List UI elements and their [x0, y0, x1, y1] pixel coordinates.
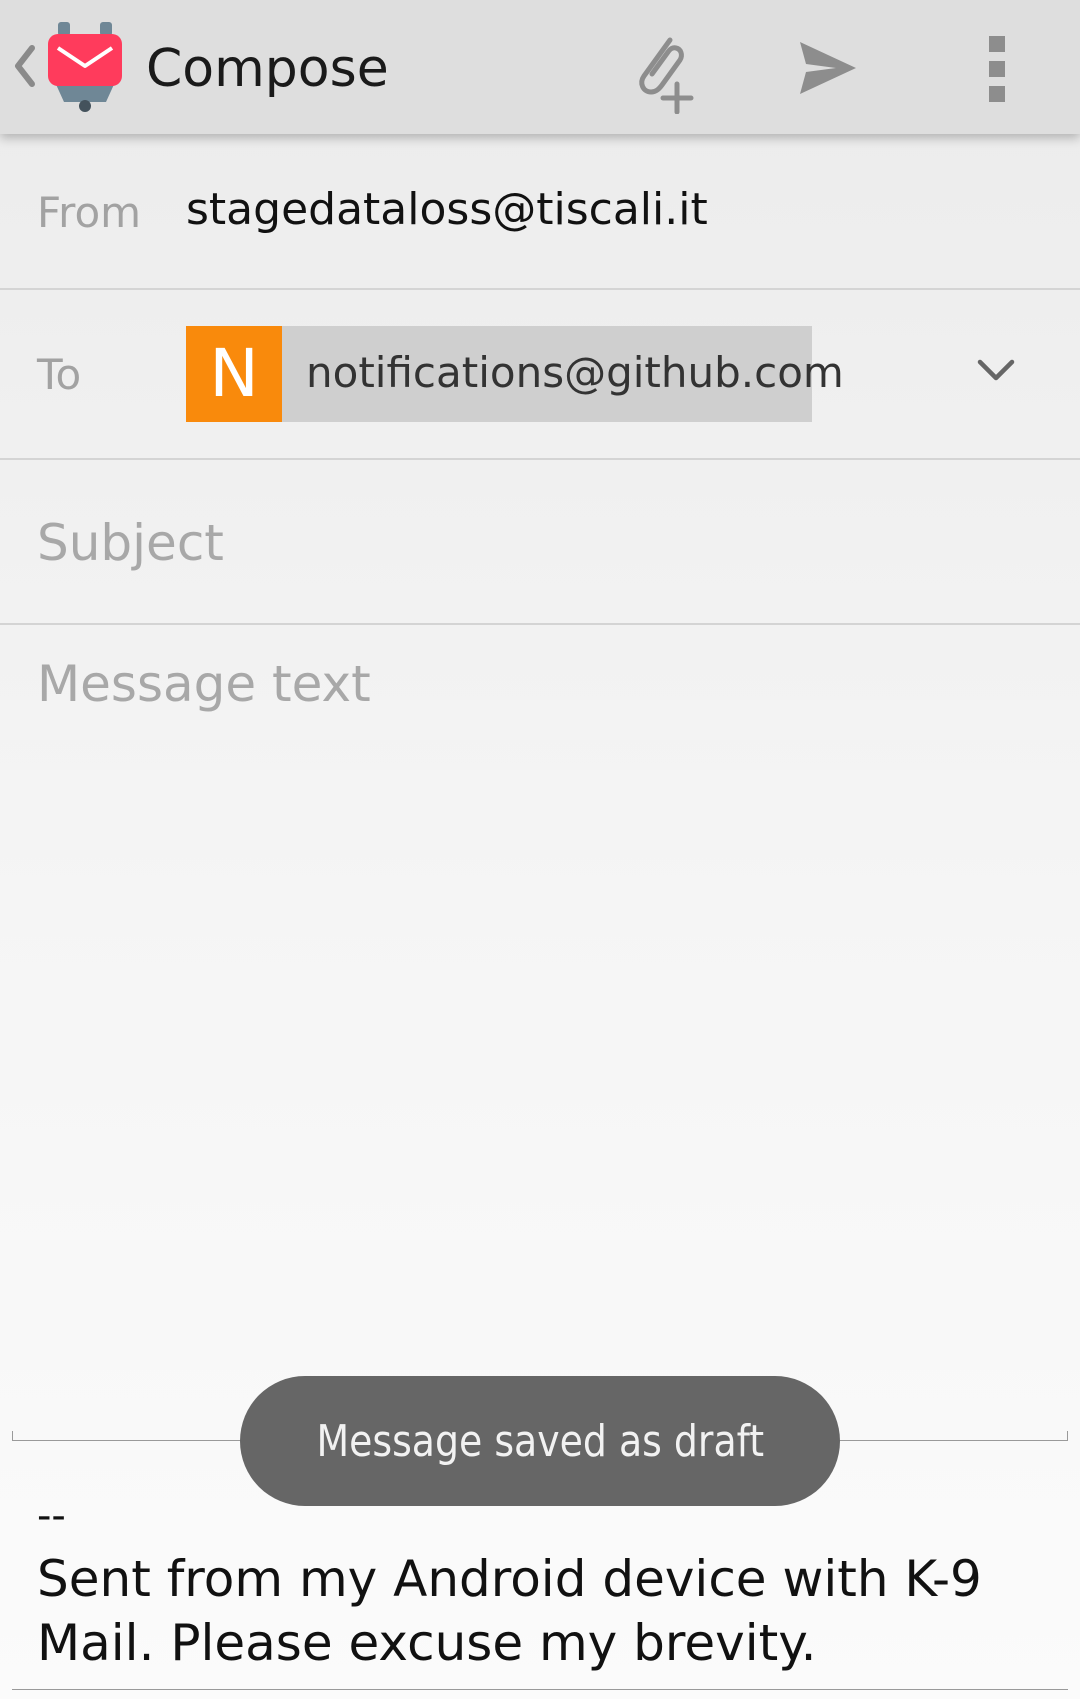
- more-vert-icon: [989, 36, 1005, 102]
- subject-input[interactable]: Subject: [37, 514, 224, 572]
- attach-file-icon: [639, 37, 694, 114]
- message-body[interactable]: Message text: [0, 625, 1080, 1425]
- k9-mail-logo-icon[interactable]: [44, 20, 126, 114]
- subject-row: Subject: [0, 460, 1080, 625]
- page-title: Compose: [146, 39, 389, 99]
- send-button[interactable]: [780, 24, 870, 114]
- signature-separator: --: [37, 1493, 66, 1539]
- toast-notification: Message saved as draft: [240, 1376, 840, 1506]
- from-label: From: [37, 188, 142, 237]
- recipient-avatar: N: [186, 326, 282, 422]
- chevron-left-icon[interactable]: [10, 40, 38, 92]
- send-icon: [800, 42, 856, 94]
- to-label: To: [37, 350, 82, 399]
- app-bar: Compose: [0, 0, 1080, 134]
- overflow-menu-button[interactable]: [952, 24, 1042, 114]
- to-row: To N notifications@github.com: [0, 290, 1080, 460]
- attach-button[interactable]: [614, 24, 704, 114]
- recipient-email: notifications@github.com: [306, 348, 844, 397]
- from-account-selector[interactable]: stagedataloss@tiscali.it: [186, 184, 708, 235]
- recipient-chip[interactable]: N notifications@github.com: [186, 326, 844, 422]
- toast-text: Message saved as draft: [316, 1415, 764, 1467]
- signature-text: Sent from my Android device with K-9 Mai…: [37, 1550, 982, 1672]
- chevron-down-icon[interactable]: [972, 346, 1020, 394]
- from-row[interactable]: From stagedataloss@tiscali.it: [0, 134, 1080, 290]
- message-text-input[interactable]: Message text: [37, 655, 371, 713]
